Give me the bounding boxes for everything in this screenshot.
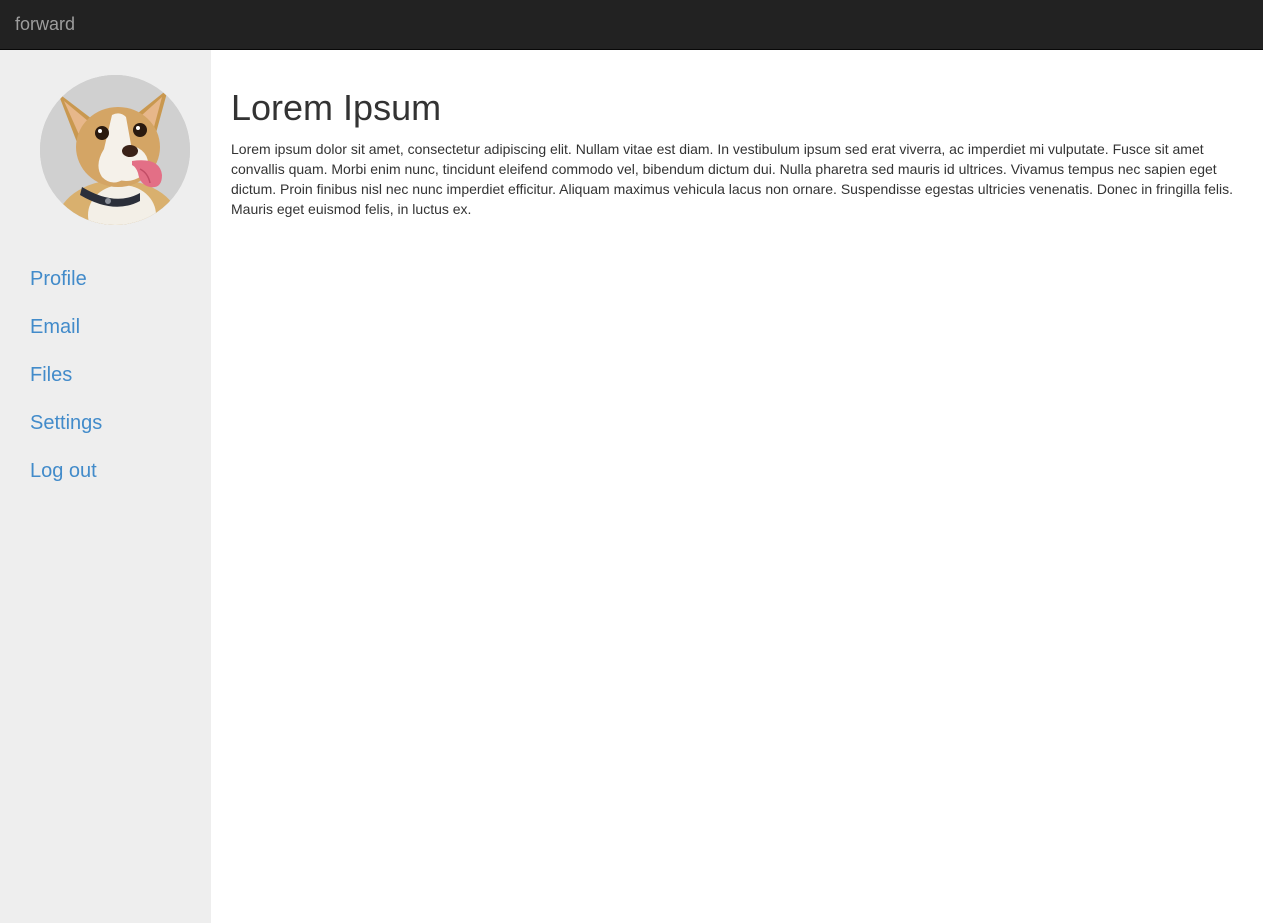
top-navbar: forward: [0, 0, 1263, 50]
files-link[interactable]: Files: [30, 364, 72, 386]
sidebar-item-settings: Settings: [30, 399, 102, 447]
dog-avatar-image: [40, 75, 190, 225]
main-content: Lorem Ipsum Lorem ipsum dolor sit amet, …: [231, 50, 1243, 219]
sidebar: Profile Email Files Settings Log out: [0, 50, 211, 923]
logout-link[interactable]: Log out: [30, 460, 97, 482]
avatar: [40, 75, 190, 225]
page-title: Lorem Ipsum: [231, 87, 442, 128]
sidebar-nav: Profile Email Files Settings Log out: [30, 255, 102, 495]
email-link[interactable]: Email: [30, 316, 80, 338]
body-paragraph: Lorem ipsum dolor sit amet, consectetur …: [231, 141, 1234, 217]
settings-link[interactable]: Settings: [30, 412, 102, 434]
profile-link[interactable]: Profile: [30, 268, 87, 290]
sidebar-item-profile: Profile: [30, 255, 102, 303]
sidebar-item-files: Files: [30, 351, 102, 399]
sidebar-item-email: Email: [30, 303, 102, 351]
brand-link[interactable]: forward: [15, 14, 75, 34]
sidebar-item-logout: Log out: [30, 447, 102, 495]
